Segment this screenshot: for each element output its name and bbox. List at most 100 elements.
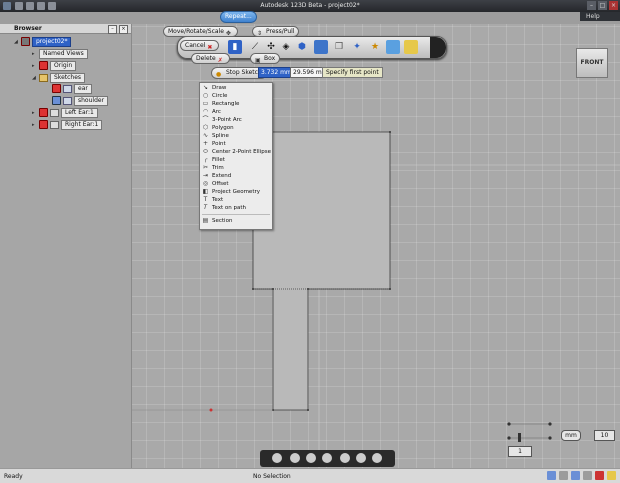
press-pull-button[interactable]: ⇕ Press/Pull: [252, 26, 300, 37]
title-bar: Autodesk 123D Beta - project02* – □ ×: [0, 0, 620, 12]
sketch-point: [389, 288, 391, 290]
expand-arrow-icon[interactable]: ▸: [32, 110, 37, 116]
group-tool-icon[interactable]: ❒: [332, 40, 346, 54]
measure-tool-icon[interactable]: ✦: [350, 40, 364, 54]
browser-header: Browser – ×: [0, 24, 131, 34]
menu-item-3-point-arc[interactable]: ⌒ 3-Point Arc: [200, 116, 272, 124]
fit-icon[interactable]: [322, 453, 332, 463]
press-pull-icon: ⇕: [257, 29, 263, 37]
spline-icon: ∿: [202, 132, 209, 139]
menu-item-rectangle[interactable]: ▭ Rectangle: [200, 100, 272, 108]
menu-item-text[interactable]: T Text: [200, 196, 272, 204]
tree-root[interactable]: ◢ project02*: [14, 36, 72, 47]
zoom-icon[interactable]: [306, 453, 316, 463]
circle-icon: ○: [202, 92, 209, 99]
modify-tool-icon[interactable]: ⬢: [295, 40, 309, 54]
menu-item-section[interactable]: ▤ Section: [200, 217, 272, 225]
status-view-icon[interactable]: [547, 471, 556, 480]
grid-size-field[interactable]: 10: [594, 430, 615, 441]
menu-item-center-2-point-ellipse[interactable]: ⬭ Center 2-Point Ellipse: [200, 148, 272, 156]
sketch-profile: [252, 131, 391, 411]
tree-item-named-views[interactable]: ▸ Named Views: [32, 48, 88, 59]
expand-arrow-icon[interactable]: ▸: [32, 122, 37, 128]
visibility-icon[interactable]: [39, 108, 48, 117]
tree-item-shoulder[interactable]: shoulder: [52, 95, 109, 106]
menu-item-polygon[interactable]: ⬡ Polygon: [200, 124, 272, 132]
expand-arrow-icon[interactable]: ◢: [32, 75, 37, 81]
window-title: Autodesk 123D Beta - project02*: [260, 2, 360, 9]
status-snap-icon[interactable]: [571, 471, 580, 480]
expand-arrow-icon[interactable]: ◢: [14, 39, 19, 45]
fillet-icon: ╭: [203, 156, 208, 163]
minimize-button[interactable]: –: [587, 1, 596, 10]
sketch-icon: [63, 84, 72, 93]
expand-arrow-icon[interactable]: ▸: [32, 51, 37, 57]
tree-item-label: Origin: [50, 60, 77, 71]
tree-item-right-ear[interactable]: ▸ Right Ear:1: [32, 119, 103, 130]
pattern-tool-icon[interactable]: ✣: [264, 40, 278, 54]
menu-item-project-geometry[interactable]: ◧ Project Geometry: [200, 188, 272, 196]
help-menu[interactable]: Help: [580, 12, 620, 21]
expand-arrow-icon[interactable]: ▸: [32, 63, 37, 69]
orbit-icon[interactable]: [272, 453, 282, 463]
delete-button[interactable]: Delete ✗: [191, 53, 230, 64]
combine-tool-icon[interactable]: [314, 40, 328, 54]
line-tool-icon[interactable]: ⟋: [248, 40, 262, 54]
grid-toggle-icon[interactable]: [356, 453, 366, 463]
cancel-button[interactable]: Cancel ✖: [180, 40, 220, 51]
close-button[interactable]: ×: [609, 1, 618, 10]
pan-icon[interactable]: [290, 453, 300, 463]
status-settings-icon[interactable]: [583, 471, 592, 480]
repeat-button[interactable]: Repeat...: [220, 11, 257, 23]
menu-item-fillet[interactable]: ╭ Fillet: [200, 156, 272, 164]
menu-separator: [202, 214, 270, 215]
sketch-icon: [63, 96, 72, 105]
menu-item-circle[interactable]: ○ Circle: [200, 92, 272, 100]
sketch-tool-icon[interactable]: ▮: [228, 40, 242, 54]
tree-item-sketches[interactable]: ◢ Sketches: [32, 72, 86, 83]
visibility-icon[interactable]: [39, 61, 48, 70]
delete-icon: ✗: [217, 56, 223, 64]
browser-title: Browser: [14, 25, 42, 32]
menu-item-draw[interactable]: ↘ Draw: [200, 84, 272, 92]
status-ready: Ready: [4, 473, 23, 480]
menu-item-spline[interactable]: ∿ Spline: [200, 132, 272, 140]
status-alert-icon[interactable]: [595, 471, 604, 480]
menu-item-arc[interactable]: ◠ Arc: [200, 108, 272, 116]
tree-item-label: ear: [74, 83, 92, 94]
menu-item-point[interactable]: + Point: [200, 140, 272, 148]
step-field[interactable]: 1: [508, 446, 532, 457]
view-mode-icon[interactable]: [340, 453, 350, 463]
tree-item-left-ear[interactable]: ▸ Left Ear:1: [32, 107, 98, 118]
maximize-button[interactable]: □: [598, 1, 607, 10]
visibility-icon[interactable]: [52, 96, 61, 105]
primitive-tool-icon[interactable]: ◈: [279, 40, 293, 54]
visibility-icon[interactable]: [52, 84, 61, 93]
view-cube[interactable]: FRONT: [576, 48, 608, 78]
move-rotate-scale-button[interactable]: Move/Rotate/Scale ✥: [163, 26, 238, 37]
material-tool-icon[interactable]: ★: [368, 40, 382, 54]
tree-item-label: Left Ear:1: [61, 107, 98, 118]
text-icon: T: [203, 196, 208, 203]
visibility-icon[interactable]: [39, 120, 48, 129]
tree-item-ear[interactable]: ear: [52, 83, 92, 94]
unit-field[interactable]: mm: [561, 430, 581, 441]
render-tool-icon[interactable]: [386, 40, 400, 54]
browser-pin-button[interactable]: –: [108, 25, 117, 34]
menu-item-text-on-path[interactable]: 𝑇 Text on path: [200, 204, 272, 212]
tree-item-origin[interactable]: ▸ Origin: [32, 60, 77, 71]
three-point-arc-icon: ⌒: [202, 116, 209, 123]
browser-close-button[interactable]: ×: [119, 25, 128, 34]
menu-item-trim[interactable]: ✂ Trim: [200, 164, 272, 172]
menu-item-offset[interactable]: ◎ Offset: [200, 180, 272, 188]
extend-icon: ⇥: [202, 172, 209, 179]
sketch-point: [307, 409, 309, 411]
visibility-icon[interactable]: [21, 37, 30, 46]
status-info-icon[interactable]: [607, 471, 616, 480]
status-grid-icon[interactable]: [559, 471, 568, 480]
box-button[interactable]: ▣ Box: [250, 53, 281, 64]
menu-item-extend[interactable]: ⇥ Extend: [200, 172, 272, 180]
snap-tool-icon[interactable]: [404, 40, 418, 54]
snap-icon[interactable]: [372, 453, 382, 463]
ellipse-icon: ⬭: [202, 148, 209, 155]
